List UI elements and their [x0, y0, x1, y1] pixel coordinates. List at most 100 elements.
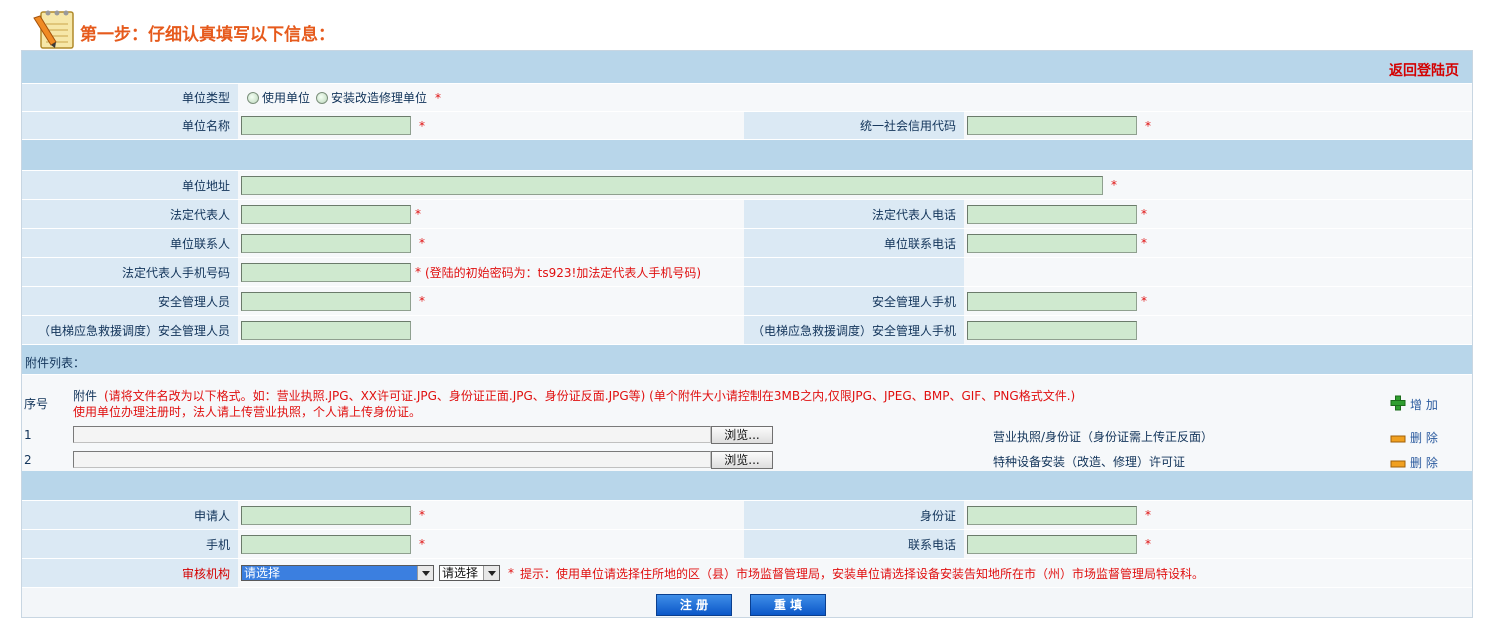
- chevron-down-icon[interactable]: [417, 566, 433, 580]
- notepad-pencil-icon: [33, 10, 74, 49]
- safety-manager-label: 安全管理人员: [22, 287, 238, 315]
- empty-value-cell: [964, 258, 1472, 286]
- legal-rep-input[interactable]: [241, 204, 411, 224]
- plus-icon: [1390, 395, 1406, 411]
- review-org-tip: 提示：使用单位请选择住所地的区（县）市场监督管理局，安装单位请选择设备安装告知地…: [520, 566, 1205, 581]
- applicant-mobile-input[interactable]: [241, 534, 411, 554]
- attachment-seq: 1: [24, 428, 32, 442]
- required-mark: *: [1111, 178, 1117, 192]
- address-row: 单位地址 *: [22, 171, 1472, 200]
- review-org-label: 审核机构: [22, 559, 238, 587]
- attachment-desc: 营业执照/身份证（身份证需上传正反面）: [993, 430, 1214, 444]
- unit-name-input[interactable]: [241, 116, 411, 135]
- seq-header: 序号: [24, 397, 49, 411]
- reset-button[interactable]: 重 填: [750, 594, 826, 616]
- required-mark: *: [419, 537, 425, 551]
- safety-manager-mobile-label: 安全管理人手机: [744, 287, 964, 315]
- required-mark: *: [1141, 294, 1147, 308]
- elevator-safety-manager-input[interactable]: [241, 320, 411, 340]
- review-dept-select[interactable]: 请选择: [439, 565, 500, 581]
- applicant-row: 申请人 * 身份证 *: [22, 501, 1472, 530]
- radio-install-unit-label[interactable]: 安装改造修理单位: [331, 89, 427, 106]
- applicant-name-input[interactable]: [241, 505, 411, 525]
- page-title: 第一步：仔细认真填写以下信息：: [80, 25, 335, 45]
- unit-type-label: 单位类型: [22, 84, 238, 111]
- unit-name-row: 单位名称 * 统一社会信用代码 *: [22, 112, 1472, 140]
- address-input[interactable]: [241, 175, 1103, 195]
- register-button[interactable]: 注 册: [656, 594, 732, 616]
- page-header: 第一步：仔细认真填写以下信息：: [32, 6, 532, 50]
- attachment-file-input[interactable]: [73, 426, 711, 443]
- legal-rep-label: 法定代表人: [22, 200, 238, 228]
- applicant-mobile-label: 手机: [22, 530, 238, 558]
- attachment-seq: 2: [24, 453, 32, 467]
- legal-rep-phone-label: 法定代表人电话: [744, 200, 964, 228]
- password-hint: (登陆的初始密码为：ts923!加法定代表人手机号码): [425, 265, 702, 280]
- attachment-file-input[interactable]: [73, 451, 711, 468]
- credit-code-input[interactable]: [967, 116, 1137, 135]
- required-mark: *: [508, 566, 514, 580]
- elevator-safety-manager-label: （电梯应急救援调度）安全管理人员: [22, 316, 238, 344]
- required-mark: *: [419, 118, 425, 133]
- contact-phone-input[interactable]: [967, 233, 1137, 253]
- contact-phone-label: 单位联系电话: [744, 229, 964, 257]
- unit-type-row: 单位类型 使用单位 安装改造修理单位 *: [22, 84, 1472, 112]
- attachment-desc: 特种设备安装（改造、修理）许可证: [993, 455, 1186, 469]
- delete-attachment-label[interactable]: 删 除: [1410, 431, 1438, 445]
- delete-attachment-label[interactable]: 删 除: [1410, 456, 1438, 470]
- required-mark: *: [1145, 508, 1151, 522]
- required-mark: *: [415, 207, 421, 221]
- attachments-area: 序号 附件 (请将文件名改为以下格式。如：营业执照.JPG、XX许可证.JPG、…: [22, 375, 1472, 471]
- safety-manager-row: 安全管理人员 * 安全管理人手机 *: [22, 287, 1472, 316]
- attachments-band: 附件列表：: [22, 345, 1472, 375]
- registration-form: 返回登陆页 单位类型 使用单位 安装改造修理单位 * 单位名称 * 统一社会信用…: [21, 50, 1473, 618]
- required-mark: *: [419, 236, 425, 250]
- delete-attachment-button[interactable]: 删 除: [1390, 454, 1438, 471]
- attachments-title: 附件列表：: [25, 356, 86, 370]
- applicant-phone-label: 联系电话: [744, 530, 964, 558]
- radio-install-unit[interactable]: [316, 91, 329, 104]
- unit-name-label: 单位名称: [22, 112, 238, 139]
- applicant-id-input[interactable]: [967, 505, 1137, 525]
- review-org-select[interactable]: 请选择: [241, 565, 434, 581]
- legal-rep-mobile-input[interactable]: [241, 262, 411, 282]
- attachment-format-note: (请将文件名改为以下格式。如：营业执照.JPG、XX许可证.JPG、身份证正面.…: [104, 389, 1076, 403]
- minus-icon: [1390, 435, 1406, 443]
- attachment-upload-note: 使用单位办理注册时，法人请上传营业执照，个人请上传身份证。: [73, 405, 422, 419]
- back-to-login-link[interactable]: 返回登陆页: [1389, 60, 1459, 80]
- empty-label-cell: [744, 258, 964, 286]
- minus-icon: [1390, 460, 1406, 468]
- required-mark: *: [1145, 537, 1151, 551]
- applicant-phone-input[interactable]: [967, 534, 1137, 554]
- contact-row: 单位联系人 * 单位联系电话 *: [22, 229, 1472, 258]
- required-mark: *: [1141, 236, 1147, 250]
- radio-use-unit[interactable]: [247, 91, 259, 104]
- review-dept-select-value: 请选择: [442, 566, 479, 580]
- section-band: [22, 140, 1472, 171]
- review-org-row: 审核机构 请选择 请选择 * 提示：使用单位请选择住所地的区（县）市场监督管理局…: [22, 559, 1472, 588]
- elevator-safety-manager-row: （电梯应急救援调度）安全管理人员 （电梯应急救援调度）安全管理人手机: [22, 316, 1472, 345]
- add-attachment-button[interactable]: 增 加: [1390, 395, 1438, 413]
- radio-use-unit-label[interactable]: 使用单位: [262, 89, 310, 106]
- safety-manager-mobile-input[interactable]: [967, 291, 1137, 311]
- applicant-band: [22, 471, 1472, 501]
- legal-rep-phone-input[interactable]: [967, 204, 1137, 224]
- contact-label: 单位联系人: [22, 229, 238, 257]
- elevator-safety-manager-mobile-input[interactable]: [967, 320, 1137, 340]
- applicant-contact-row: 手机 * 联系电话 *: [22, 530, 1472, 559]
- address-label: 单位地址: [22, 171, 238, 199]
- required-mark: *: [419, 294, 425, 308]
- browse-button[interactable]: 浏览...: [711, 451, 773, 469]
- delete-attachment-button[interactable]: 删 除: [1390, 429, 1438, 446]
- unit-type-options: 使用单位 安装改造修理单位 *: [238, 84, 1472, 111]
- elevator-safety-manager-mobile-label: （电梯应急救援调度）安全管理人手机: [744, 316, 964, 344]
- applicant-id-label: 身份证: [744, 501, 964, 529]
- required-mark: *: [435, 90, 442, 105]
- contact-input[interactable]: [241, 233, 411, 253]
- required-mark: *: [1145, 118, 1151, 133]
- chevron-down-icon[interactable]: [483, 566, 499, 580]
- add-attachment-label[interactable]: 增 加: [1410, 398, 1438, 412]
- browse-button[interactable]: 浏览...: [711, 426, 773, 444]
- safety-manager-input[interactable]: [241, 291, 411, 311]
- legal-rep-mobile-row: 法定代表人手机号码 * (登陆的初始密码为：ts923!加法定代表人手机号码): [22, 258, 1472, 287]
